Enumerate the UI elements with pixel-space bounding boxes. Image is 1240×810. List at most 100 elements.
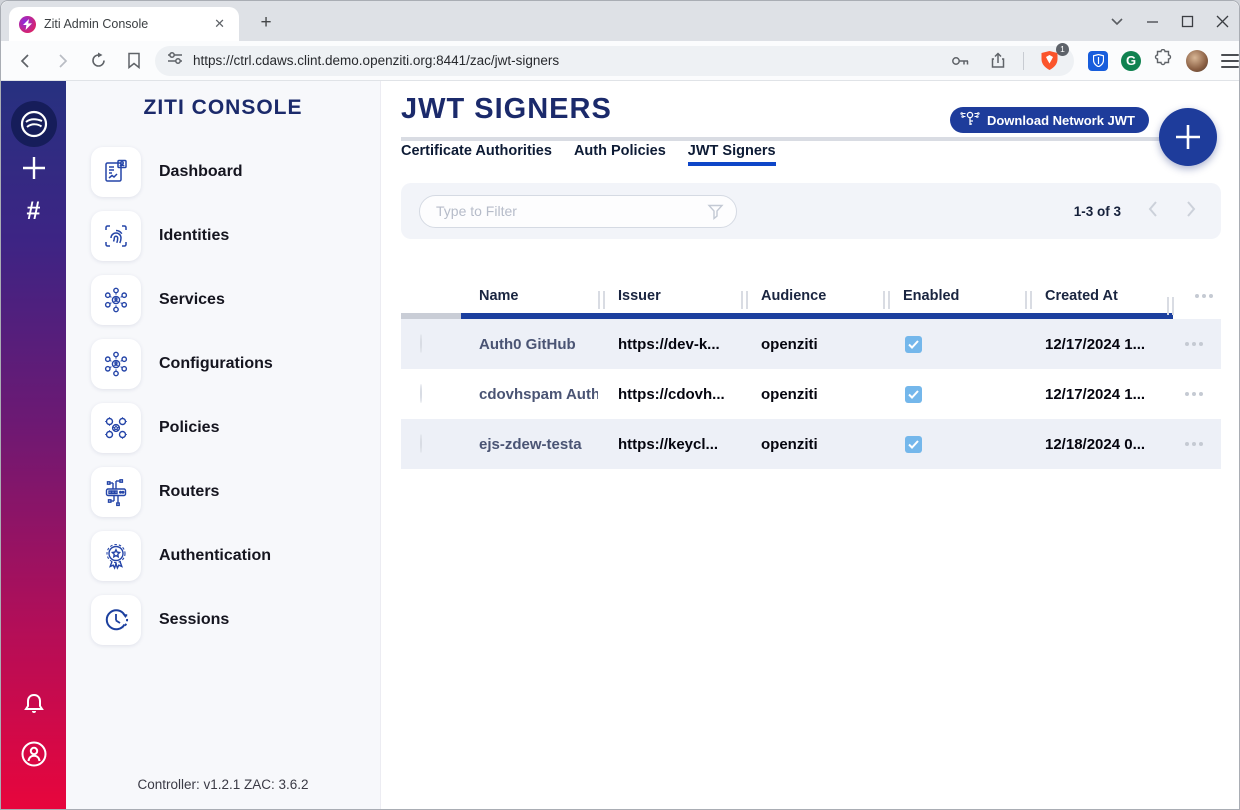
row-audience: openziti — [741, 336, 883, 353]
table-row[interactable]: Auth0 GitHub https://dev-k... openziti 1… — [401, 319, 1221, 369]
row-issuer: https://keycl... — [598, 436, 741, 453]
gears-star-icon — [91, 403, 141, 453]
filter-funnel-icon — [707, 203, 724, 225]
notifications-bell-icon[interactable] — [1, 692, 66, 718]
column-header-enabled[interactable]: Enabled — [883, 288, 1025, 304]
row-created-at: 12/17/2024 1... — [1025, 386, 1167, 403]
clock-icon — [91, 595, 141, 645]
profile-avatar[interactable] — [1186, 50, 1208, 72]
page-prev-icon[interactable] — [1147, 200, 1159, 223]
column-header-issuer[interactable]: Issuer — [598, 288, 741, 304]
row-select-radio[interactable] — [420, 384, 422, 403]
enabled-checkbox[interactable] — [905, 436, 922, 453]
new-tab-button[interactable]: + — [253, 10, 279, 36]
browser-toolbar: https://ctrl.cdaws.clint.demo.openziti.o… — [1, 41, 1239, 81]
extensions-puzzle-icon[interactable] — [1154, 49, 1173, 73]
sidebar-item-policies[interactable]: Policies — [66, 396, 380, 460]
ziti-logo-icon[interactable] — [11, 101, 57, 147]
table-row[interactable]: cdovhspam Auth0 https://cdovh... openzit… — [401, 369, 1221, 419]
url-text[interactable]: https://ctrl.cdaws.clint.demo.openziti.o… — [193, 53, 947, 68]
column-header-created-at[interactable]: Created At — [1025, 288, 1167, 304]
tab-title: Ziti Admin Console — [44, 17, 202, 31]
sidebar-item-configurations[interactable]: Configurations — [66, 332, 380, 396]
row-menu-icon[interactable] — [1167, 342, 1221, 346]
content-area: JWT SIGNERS Download Network JWT Certifi… — [381, 81, 1239, 810]
sidebar-item-dashboard[interactable]: Dashboard — [66, 140, 380, 204]
row-issuer: https://cdovh... — [598, 386, 741, 403]
password-key-icon[interactable] — [947, 48, 973, 74]
download-button-label: Download Network JWT — [987, 113, 1135, 128]
filter-input[interactable] — [419, 195, 737, 228]
tab-auth-policies[interactable]: Auth Policies — [574, 143, 666, 166]
ziti-favicon-icon — [19, 16, 36, 33]
enabled-checkbox[interactable] — [905, 386, 922, 403]
column-header-audience[interactable]: Audience — [741, 288, 883, 304]
row-audience: openziti — [741, 386, 883, 403]
sidebar-item-identities[interactable]: Identities — [66, 204, 380, 268]
browser-menu-icon[interactable] — [1221, 54, 1239, 68]
tab-jwt-signers[interactable]: JWT Signers — [688, 143, 776, 166]
download-network-jwt-button[interactable]: Download Network JWT — [950, 107, 1149, 133]
browser-window: Ziti Admin Console ✕ + — [0, 0, 1240, 810]
sidebar-item-sessions[interactable]: Sessions — [66, 588, 380, 652]
table-header-row: Name Issuer Audience Enabled Created At — [401, 279, 1221, 313]
row-name[interactable]: Auth0 GitHub — [459, 336, 598, 353]
row-name[interactable]: ejs-zdew-testa — [459, 436, 598, 453]
back-button[interactable] — [13, 48, 39, 74]
grammarly-extension-icon[interactable]: G — [1121, 51, 1141, 71]
main-sidebar: ZITI CONSOLE Dashboard — [66, 81, 381, 810]
bookmark-icon[interactable] — [121, 48, 147, 74]
console-title: ZITI CONSOLE — [66, 96, 380, 120]
shield-badge-count: 1 — [1056, 43, 1069, 56]
mini-sidebar-rail: # — [1, 81, 66, 810]
browser-tabstrip: Ziti Admin Console ✕ + — [1, 1, 1239, 41]
row-select-radio[interactable] — [420, 334, 422, 353]
sidebar-item-services[interactable]: Services — [66, 268, 380, 332]
digital-key-icon — [960, 110, 980, 131]
row-audience: openziti — [741, 436, 883, 453]
browser-tab[interactable]: Ziti Admin Console ✕ — [9, 7, 239, 41]
share-icon[interactable] — [985, 48, 1011, 74]
site-settings-tune-icon[interactable] — [167, 51, 183, 70]
filter-bar: 1-3 of 3 — [401, 183, 1221, 239]
row-menu-icon[interactable] — [1167, 392, 1221, 396]
page-next-icon[interactable] — [1185, 200, 1197, 223]
page-title: JWT SIGNERS — [401, 93, 612, 126]
minimize-button[interactable] — [1146, 15, 1159, 28]
tab-certificate-authorities[interactable]: Certificate Authorities — [401, 143, 552, 166]
row-menu-icon[interactable] — [1167, 442, 1221, 446]
forward-button[interactable] — [49, 48, 75, 74]
add-jwt-signer-button[interactable] — [1159, 108, 1217, 166]
maximize-button[interactable] — [1181, 15, 1194, 28]
add-rail-button[interactable] — [1, 155, 66, 181]
pagination-label: 1-3 of 3 — [1074, 204, 1121, 219]
user-profile-icon[interactable] — [1, 740, 66, 768]
sidebar-item-routers[interactable]: Routers — [66, 460, 380, 524]
row-issuer: https://dev-k... — [598, 336, 741, 353]
tab-close-icon[interactable]: ✕ — [210, 14, 229, 34]
dashboard-icon — [91, 147, 141, 197]
bitwarden-extension-icon[interactable] — [1088, 51, 1108, 71]
row-created-at: 12/18/2024 0... — [1025, 436, 1167, 453]
tab-search-chevron-icon[interactable] — [1110, 17, 1124, 26]
row-select-radio[interactable] — [420, 434, 422, 453]
brave-shield-icon[interactable]: 1 — [1036, 48, 1062, 74]
table-row[interactable]: ejs-zdew-testa https://keycl... openziti… — [401, 419, 1221, 469]
network-nodes-icon — [91, 339, 141, 389]
section-tabs: Certificate Authorities Auth Policies JW… — [401, 143, 776, 166]
row-created-at: 12/17/2024 1... — [1025, 336, 1167, 353]
toolbar-divider — [1023, 52, 1024, 70]
sidebar-item-authentication[interactable]: Authentication — [66, 524, 380, 588]
reload-button[interactable] — [85, 48, 111, 74]
close-window-button[interactable] — [1216, 15, 1229, 28]
hash-rail-button[interactable]: # — [1, 197, 66, 226]
column-header-menu[interactable] — [1167, 294, 1221, 298]
row-name[interactable]: cdovhspam Auth0 — [459, 386, 598, 403]
router-icon — [91, 467, 141, 517]
fingerprint-icon — [91, 211, 141, 261]
version-footer: Controller: v1.2.1 ZAC: 3.6.2 — [66, 777, 380, 792]
enabled-checkbox[interactable] — [905, 336, 922, 353]
url-bar[interactable]: https://ctrl.cdaws.clint.demo.openziti.o… — [155, 46, 1074, 76]
header-divider — [401, 137, 1166, 141]
column-header-name[interactable]: Name — [459, 288, 598, 304]
